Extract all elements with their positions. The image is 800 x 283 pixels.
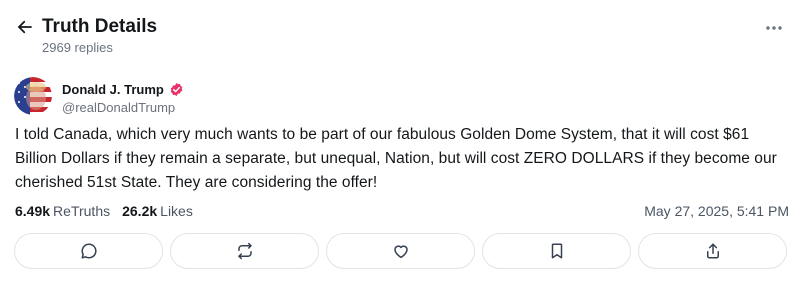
truth-details-page: Truth Details 2969 replies Donald J. Tru… <box>0 0 800 283</box>
likes-label: Likes <box>160 203 193 219</box>
avatar-image <box>14 77 52 115</box>
retruths-count: 6.49k <box>15 203 51 219</box>
verified-badge-icon <box>169 82 184 97</box>
retruths-stat[interactable]: 6.49k ReTruths <box>15 203 110 219</box>
author-name-row: Donald J. Trump <box>62 80 184 98</box>
like-icon <box>393 245 408 259</box>
header: Truth Details 2969 replies <box>0 0 800 60</box>
replies-count: 2969 replies <box>42 40 113 55</box>
retruth-icon <box>237 242 252 260</box>
more-dots-icon <box>766 26 782 30</box>
share-button[interactable] <box>638 233 787 269</box>
share-icon <box>706 243 719 259</box>
reply-button[interactable] <box>14 233 163 269</box>
back-button[interactable] <box>14 16 36 38</box>
post-timestamp: May 27, 2025, 5:41 PM <box>644 203 789 219</box>
like-button[interactable] <box>326 233 475 269</box>
avatar[interactable] <box>14 77 52 115</box>
post-text: I told Canada, which very much wants to … <box>15 126 777 191</box>
retruths-label: ReTruths <box>53 203 111 219</box>
retruth-button[interactable] <box>170 233 319 269</box>
reply-icon <box>81 243 97 259</box>
likes-count: 26.2k <box>122 203 158 219</box>
author-handle[interactable]: @realDonaldTrump <box>62 100 175 115</box>
page-title: Truth Details <box>42 16 158 37</box>
more-options-button[interactable] <box>764 20 784 36</box>
likes-stat[interactable]: 26.2k Likes <box>122 203 193 219</box>
bookmark-icon <box>551 243 562 259</box>
arrow-left-icon <box>18 20 32 34</box>
post-stats: 6.49k ReTruths 26.2k Likes <box>15 202 193 220</box>
bookmark-button[interactable] <box>482 233 631 269</box>
author-name[interactable]: Donald J. Trump <box>62 82 164 97</box>
